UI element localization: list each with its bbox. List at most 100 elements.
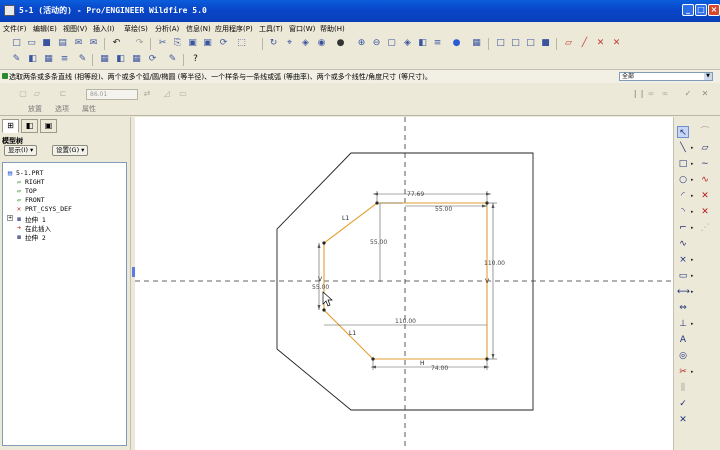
display-style-icon[interactable]: ● (450, 37, 463, 50)
done-check-icon[interactable]: ✓ (677, 398, 689, 410)
menu-edit[interactable]: 编辑(E) (33, 24, 57, 34)
sketch-diagnose-icon[interactable]: ▦ (98, 53, 111, 66)
repaint-icon[interactable]: ↻ (267, 37, 280, 50)
datum-plane-display-icon[interactable]: ▱ (562, 37, 575, 50)
use-edge-icon[interactable]: ⋰ (699, 222, 711, 234)
view-manager-icon[interactable]: ▦ (470, 37, 483, 50)
minimize-button[interactable]: _ (682, 4, 694, 16)
cut-icon[interactable]: ✂ (156, 37, 169, 50)
menu-info[interactable]: 信息(N) (186, 24, 211, 34)
sketch-view-icon[interactable]: ◧ (26, 53, 39, 66)
send-icon[interactable]: ✉ (87, 37, 100, 50)
expand-toggle[interactable]: + (7, 215, 13, 221)
trim-tool-icon[interactable]: ✂ (677, 366, 689, 378)
reorient-icon[interactable]: ◈ (401, 37, 414, 50)
tab-model-tree[interactable]: ⊞ (2, 119, 19, 133)
shaded-icon[interactable]: ■ (539, 37, 552, 50)
tab-options[interactable]: 选项 (55, 104, 69, 114)
tree-item-extrude-2[interactable]: ◼ 拉伸 2 (15, 232, 46, 242)
menu-file[interactable]: 文件(F) (3, 24, 27, 34)
chamfer-more-icon[interactable]: ▸ (691, 222, 695, 234)
undo-icon[interactable]: ↶ (110, 37, 123, 50)
arc-more-icon[interactable]: ▸ (691, 190, 695, 202)
orient-icon[interactable]: ◈ (299, 37, 312, 50)
constraint-tool-icon[interactable]: ⊥ (677, 318, 689, 330)
arc-tool-icon[interactable]: ◜ (677, 190, 689, 202)
circle-tool-icon[interactable]: ○ (677, 174, 689, 186)
extrude-solid-icon[interactable]: ▢ (18, 89, 28, 99)
paste-special-icon[interactable]: ▣ (201, 37, 214, 50)
new-file-icon[interactable]: □ (10, 37, 23, 50)
line-more-icon[interactable]: ▸ (691, 142, 695, 154)
email-icon[interactable]: ✉ (72, 37, 85, 50)
sketch-canvas[interactable]: 77.69 55.00 55.00 110.00 55.00 110.00 74… (135, 117, 673, 450)
tab-favorites[interactable]: ▣ (40, 119, 57, 133)
menu-analysis[interactable]: 分析(A) (155, 24, 179, 34)
constraint-vertical-left[interactable]: V (318, 276, 323, 283)
sketch-analysis-icon[interactable]: ✎ (166, 53, 179, 66)
open-file-icon[interactable]: ▭ (25, 37, 38, 50)
cancel-x-icon[interactable]: ✕ (700, 89, 710, 99)
dim-left-height[interactable]: 55.00 (370, 239, 387, 246)
spin-center-icon[interactable]: ⌖ (283, 37, 296, 50)
hidden-line-icon[interactable]: □ (509, 37, 522, 50)
rectangle-more-icon[interactable]: ▸ (691, 158, 695, 170)
spline-tool-icon[interactable]: ∼ (699, 158, 711, 170)
datum-point-display-icon[interactable]: ✕ (594, 37, 607, 50)
rectangle-tool-icon[interactable]: □ (677, 158, 689, 170)
tree-item-front[interactable]: ▱ FRONT (15, 196, 45, 204)
zoom-in-icon[interactable]: ⊕ (355, 37, 368, 50)
tree-item-right[interactable]: ▱ RIGHT (15, 178, 45, 186)
maximize-button[interactable]: □ (695, 4, 707, 16)
chamfer-tool-icon[interactable]: ⌐ (677, 222, 689, 234)
sketch-constraints-icon[interactable]: ≡ (58, 53, 71, 66)
verify-icon[interactable]: ∞ (660, 89, 670, 99)
tree-item-top[interactable]: ▱ TOP (15, 187, 37, 195)
no-hidden-icon[interactable]: □ (524, 37, 537, 50)
menu-help[interactable]: 帮助(H) (320, 24, 345, 34)
redo-icon[interactable]: ↷ (133, 37, 146, 50)
dim-right-height[interactable]: 110.00 (484, 260, 505, 267)
remove-material-icon[interactable]: ◿ (162, 89, 172, 99)
tab-properties[interactable]: 属性 (82, 104, 96, 114)
parallelogram-tool-icon[interactable]: ▱ (699, 142, 711, 154)
ok-check-icon[interactable]: ✓ (683, 89, 693, 99)
csys-tool-icon[interactable]: ✕ (699, 206, 711, 218)
constraint-vertical-right[interactable]: V (485, 278, 490, 285)
close-button[interactable]: × (708, 4, 720, 16)
sketch-overlap-icon[interactable]: ◧ (114, 53, 127, 66)
menu-window[interactable]: 窗口(W) (289, 24, 315, 34)
menu-applications[interactable]: 应用程序(P) (215, 24, 253, 34)
paste-icon[interactable]: ▣ (186, 37, 199, 50)
sketch-open-ends-icon[interactable]: ▦ (130, 53, 143, 66)
preview-icon[interactable]: ∞ (646, 89, 656, 99)
layers-icon[interactable]: ≡ (431, 37, 444, 50)
dim-top-offset[interactable]: 55.00 (435, 206, 452, 213)
wireframe-icon[interactable]: □ (494, 37, 507, 50)
saved-views-icon[interactable]: ◧ (416, 37, 429, 50)
selection-filter-select[interactable]: 全部 ▼ (619, 72, 713, 81)
tab-folder-browser[interactable]: ◧ (21, 119, 38, 133)
mirror-tool-icon[interactable]: ⫼ (677, 382, 689, 394)
arc-tool-icon[interactable]: ⌒ (699, 126, 711, 138)
constraint-equal-length-bottom[interactable]: L1 (349, 330, 356, 337)
quit-x-icon[interactable]: ✕ (677, 414, 689, 426)
circle-more-icon[interactable]: ▸ (691, 174, 695, 186)
dim-bottom-width[interactable]: 74.00 (431, 365, 448, 372)
sketch-point-icon[interactable]: × (677, 254, 689, 266)
graphics-window[interactable]: 77.69 55.00 55.00 110.00 55.00 110.00 74… (135, 117, 673, 450)
trim-more-icon[interactable]: ▸ (691, 366, 695, 378)
dimension-more-icon[interactable]: ▸ (691, 286, 695, 298)
dimension-tool-icon[interactable]: ⟷ (677, 286, 690, 298)
point-more-icon[interactable]: ▸ (691, 254, 695, 266)
flip-direction-icon[interactable]: ⇄ (142, 89, 152, 99)
depth-value-input[interactable]: 86.01 (86, 89, 138, 100)
point-tool-icon[interactable]: ✕ (699, 190, 711, 202)
text-tool-icon[interactable]: A (677, 334, 689, 346)
dim-top-width[interactable]: 77.69 (407, 191, 424, 198)
spline-draw-icon[interactable]: ∿ (677, 238, 689, 250)
title-bar[interactable]: 5-1 (活动的) - Pro/ENGINEER Wildfire 5.0 _ … (0, 0, 720, 22)
tree-item-part[interactable]: ▤ 5-1.PRT (6, 169, 44, 177)
refit-icon[interactable]: ▢ (385, 37, 398, 50)
settings-button[interactable]: 设置(G) ▾ (52, 145, 89, 156)
